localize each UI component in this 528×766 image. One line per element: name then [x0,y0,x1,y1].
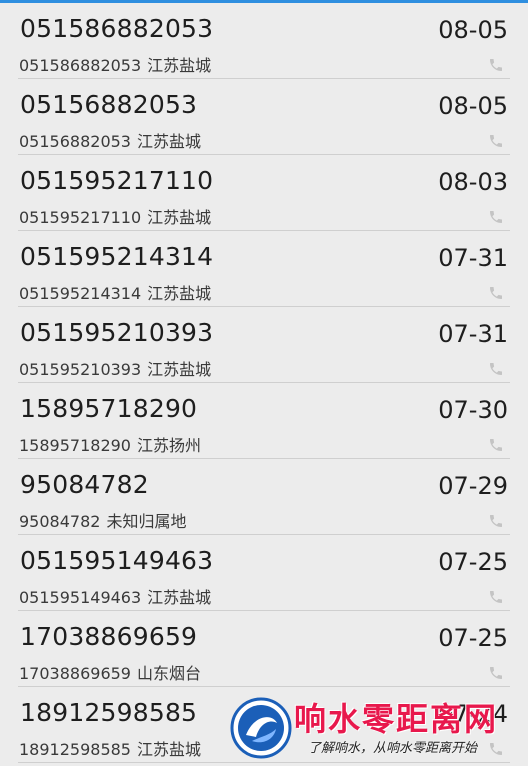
call-date: 07-31 [438,244,508,272]
call-number: 17038869659 [20,622,198,651]
call-detail: 17038869659 山东烟台 [19,660,201,684]
phone-icon[interactable] [488,589,504,605]
call-detail-number: 051595149463 [19,588,142,607]
call-location: 江苏盐城 [147,56,212,75]
call-date: 07-29 [438,472,508,500]
call-detail-number: 051595214314 [19,284,142,303]
call-detail-number: 17038869659 [19,664,131,683]
call-log-row[interactable]: 05156882053 05156882053 江苏盐城 08-05 [18,79,510,155]
call-detail-number: 051595217110 [19,208,142,227]
call-date: 07-25 [438,548,508,576]
call-detail-number: 051595210393 [19,360,142,379]
phone-icon[interactable] [488,437,504,453]
phone-icon[interactable] [488,209,504,225]
call-location: 江苏盐城 [136,740,201,759]
call-detail: 05156882053 江苏盐城 [19,128,201,152]
call-location: 山东烟台 [136,664,201,683]
phone-icon[interactable] [488,133,504,149]
call-number: 051595217110 [20,166,214,195]
call-detail: 15895718290 江苏扬州 [19,432,201,456]
call-log-row[interactable]: 051595217110 051595217110 江苏盐城 08-03 [18,155,510,231]
site-watermark: 响水零距离网 了解响水，从响水零距离开始 [228,692,528,766]
call-date: 07-30 [438,396,508,424]
call-location: 未知归属地 [106,512,187,531]
call-detail: 051595210393 江苏盐城 [19,356,211,380]
call-number: 15895718290 [20,394,198,423]
call-detail-number: 051586882053 [19,56,142,75]
call-log-row[interactable]: 051595149463 051595149463 江苏盐城 07-25 [18,535,510,611]
call-detail: 051586882053 江苏盐城 [19,52,211,76]
watermark-slogan: 了解响水，从响水零距离开始 [308,741,478,756]
call-number: 95084782 [20,470,149,499]
call-location: 江苏盐城 [147,284,212,303]
call-location: 江苏盐城 [147,588,212,607]
call-detail: 95084782 未知归属地 [19,508,186,532]
call-detail: 051595214314 江苏盐城 [19,280,211,304]
call-date: 07-25 [438,624,508,652]
phone-icon[interactable] [488,513,504,529]
site-logo-icon [230,697,292,759]
call-log-row[interactable]: 95084782 95084782 未知归属地 07-29 [18,459,510,535]
call-detail-number: 95084782 [19,512,101,531]
watermark-title: 响水零距离网 [294,700,499,738]
call-detail: 051595217110 江苏盐城 [19,204,211,228]
phone-icon[interactable] [488,361,504,377]
phone-icon[interactable] [488,57,504,73]
call-number: 051586882053 [20,14,214,43]
call-date: 08-05 [438,16,508,44]
phone-icon[interactable] [488,285,504,301]
call-number: 051595149463 [20,546,214,575]
call-log-row[interactable]: 051595210393 051595210393 江苏盐城 07-31 [18,307,510,383]
call-location: 江苏扬州 [136,436,201,455]
call-number: 18912598585 [20,698,198,727]
call-location: 江苏盐城 [147,360,212,379]
call-location: 江苏盐城 [136,132,201,151]
call-log-row[interactable]: 17038869659 17038869659 山东烟台 07-25 [18,611,510,687]
call-log-row[interactable]: 15895718290 15895718290 江苏扬州 07-30 [18,383,510,459]
call-number: 051595214314 [20,242,214,271]
call-date: 08-05 [438,92,508,120]
call-log-row[interactable]: 051595214314 051595214314 江苏盐城 07-31 [18,231,510,307]
call-detail-number: 15895718290 [19,436,131,455]
call-detail: 051595149463 江苏盐城 [19,584,211,608]
call-number: 051595210393 [20,318,214,347]
call-detail: 18912598585 江苏盐城 [19,736,201,760]
call-location: 江苏盐城 [147,208,212,227]
call-date: 08-03 [438,168,508,196]
call-log-list: 051586882053 051586882053 江苏盐城 08-05 0515… [0,3,528,763]
call-log-row[interactable]: 051586882053 051586882053 江苏盐城 08-05 [18,3,510,79]
call-date: 07-31 [438,320,508,348]
call-detail-number: 05156882053 [19,132,131,151]
call-number: 05156882053 [20,90,198,119]
call-detail-number: 18912598585 [19,740,131,759]
phone-icon[interactable] [488,665,504,681]
